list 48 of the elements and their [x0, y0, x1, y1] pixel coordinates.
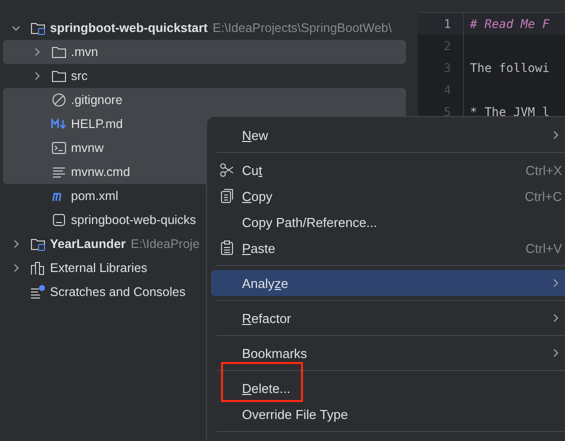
item-path: E:\IdeaProjects\SpringBootWeb\ [212, 21, 392, 35]
clipboard-icon [219, 240, 235, 256]
item-name: External Libraries [50, 261, 148, 275]
item-name: .mvn [71, 45, 98, 59]
module-folder-icon [30, 236, 46, 252]
chevron-icon[interactable] [32, 47, 42, 57]
item-path: E:\IdeaProje [130, 237, 200, 251]
chevron-icon[interactable] [11, 263, 21, 273]
item-name: springboot-web-quickstart [50, 21, 208, 35]
folder-icon [51, 44, 67, 60]
item-name: Scratches and Consoles [50, 285, 186, 299]
code-line: # Read Me F [470, 17, 550, 31]
item-name: pom.xml [71, 189, 118, 203]
menu-item[interactable]: Paste Ctrl+V [211, 235, 565, 261]
menu-item[interactable]: Delete... [211, 375, 565, 401]
menu-item[interactable]: Refactor [211, 305, 565, 331]
item-name: mvnw [71, 141, 104, 155]
menu-item[interactable]: Analyze [211, 270, 565, 296]
item-name: src [71, 69, 88, 83]
tree-item[interactable]: springboot-web-quickstart E:\IdeaProjects\SpringBootWeb\ [3, 16, 406, 40]
code-line: * The JVM l [470, 105, 550, 119]
markdown-icon [51, 116, 67, 132]
chevron-icon[interactable] [11, 23, 21, 33]
item-name: springboot-web-quicks [71, 213, 196, 227]
terminal-icon [51, 140, 67, 156]
menu-item[interactable]: Copy Ctrl+C [211, 183, 565, 209]
menu-item[interactable]: Override File Type [211, 401, 565, 427]
library-icon [30, 260, 46, 276]
scratches-icon [30, 284, 46, 300]
chevron-icon[interactable] [32, 71, 42, 81]
menu-item[interactable]: Bookmarks [211, 340, 565, 366]
scissors-icon [219, 162, 235, 178]
menu-item[interactable]: Copy Path/Reference... [211, 209, 565, 235]
module-folder-icon [30, 20, 46, 36]
item-name: mvnw.cmd [71, 165, 130, 179]
tree-item[interactable]: src [3, 64, 406, 88]
chevron-icon[interactable] [11, 239, 21, 249]
copy-icon [219, 188, 235, 204]
code-line: The followi [470, 61, 550, 75]
file-icon [51, 212, 67, 228]
tree-item[interactable]: .mvn [3, 40, 406, 64]
prohibited-icon [51, 92, 67, 108]
item-name: .gitignore [71, 93, 122, 107]
folder-icon [51, 68, 67, 84]
item-name: YearLaunder [50, 237, 126, 251]
tree-item[interactable]: .gitignore [3, 88, 406, 112]
item-name: HELP.md [71, 117, 123, 131]
line-number: 1 [418, 13, 464, 35]
